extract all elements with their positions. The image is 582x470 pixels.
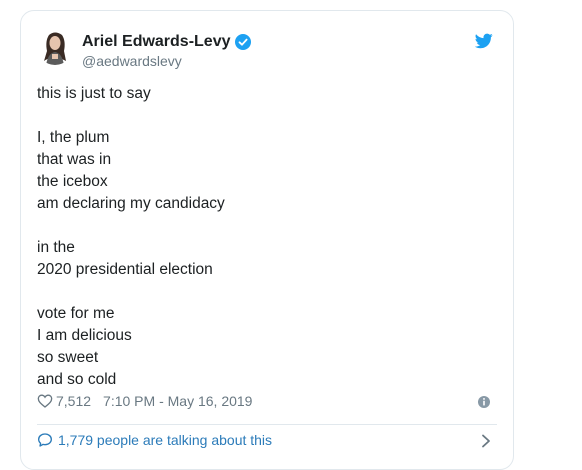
conversation-label[interactable]: 1,779 people are talking about this — [58, 432, 272, 448]
verified-badge-icon — [234, 34, 251, 50]
author-name[interactable]: Ariel Edwards-Levy — [82, 33, 251, 51]
tweet-timestamp[interactable]: 7:10 PM - May 16, 2019 — [103, 393, 252, 409]
twitter-bird-icon[interactable] — [474, 33, 493, 49]
tweet-card: Ariel Edwards-Levy @aedwardslevy this is… — [20, 10, 514, 470]
info-icon[interactable] — [477, 395, 491, 409]
divider — [37, 424, 497, 425]
like-count[interactable]: 7,512 — [56, 393, 91, 409]
tweet-meta: 7,512 7:10 PM - May 16, 2019 — [37, 393, 252, 409]
author-handle[interactable]: @aedwardslevy — [82, 53, 251, 69]
heart-icon[interactable] — [37, 393, 53, 409]
author-name-text[interactable]: Ariel Edwards-Levy — [82, 33, 231, 51]
speech-bubble-icon — [37, 432, 53, 448]
avatar[interactable] — [37, 29, 73, 65]
conversation-link[interactable]: 1,779 people are talking about this — [37, 432, 272, 448]
author-block: Ariel Edwards-Levy @aedwardslevy — [82, 33, 251, 69]
tweet-text: this is just to say I, the plum that was… — [37, 85, 225, 388]
chevron-right-icon[interactable] — [481, 434, 491, 448]
